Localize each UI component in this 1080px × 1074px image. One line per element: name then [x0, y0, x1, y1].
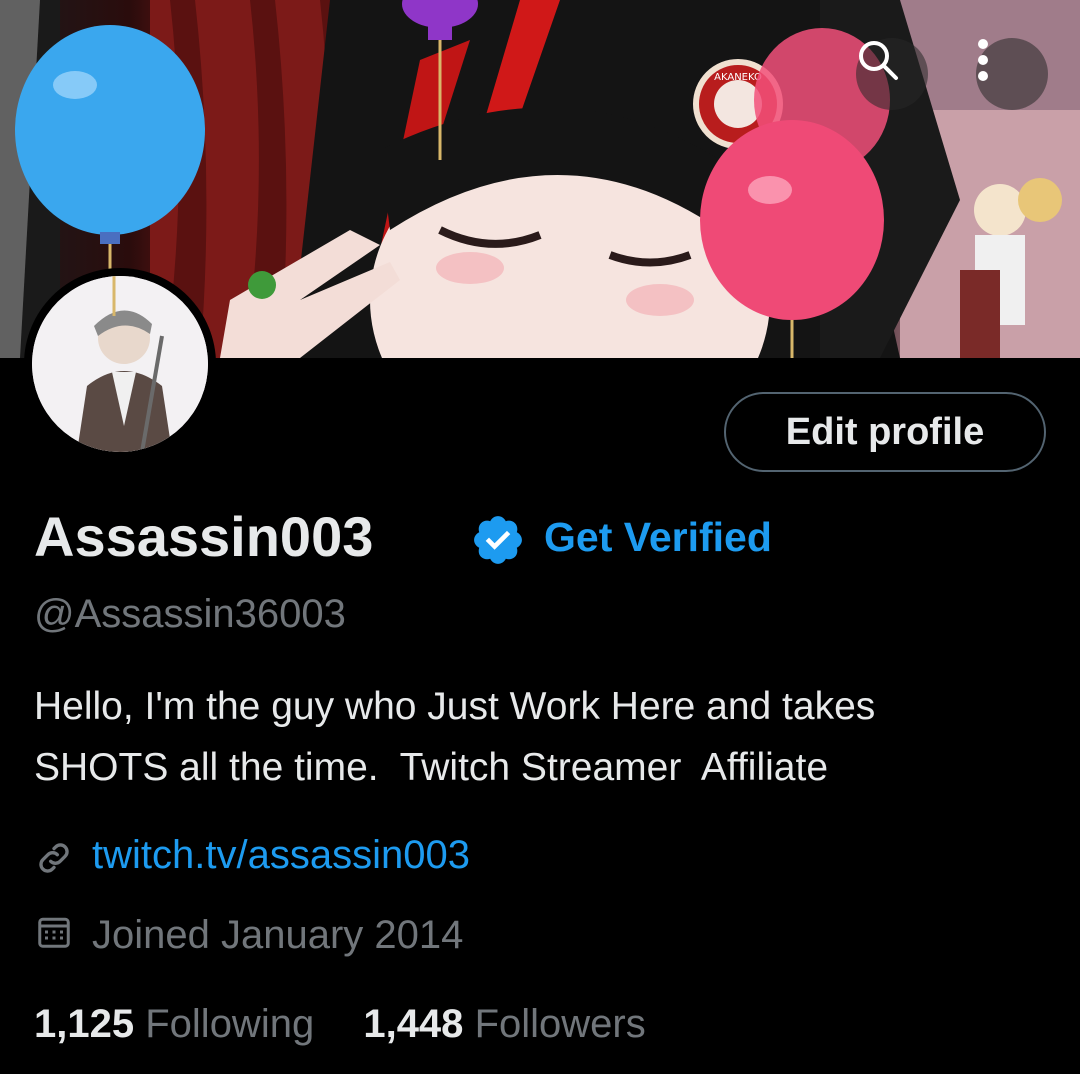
- following-stat[interactable]: 1,125 Following: [34, 998, 314, 1050]
- display-name: Assassin003: [34, 505, 374, 568]
- profile-bio: Hello, I'm the guy who Just Work Here an…: [34, 685, 876, 789]
- get-verified-link[interactable]: Get Verified: [544, 512, 772, 562]
- followers-count: 1,448: [363, 1002, 464, 1046]
- calendar-icon: [38, 917, 70, 948]
- followers-stat[interactable]: 1,448 Followers: [363, 998, 645, 1050]
- search-icon: [859, 41, 898, 80]
- avatar-image: [32, 276, 208, 452]
- more-vertical-icon: [978, 39, 988, 81]
- more-options-button[interactable]: [976, 38, 1048, 110]
- followers-label: Followers: [474, 1002, 646, 1046]
- user-handle: @Assassin36003: [34, 592, 346, 636]
- following-label: Following: [145, 1002, 315, 1046]
- link-icon: [39, 843, 69, 873]
- verified-badge-icon[interactable]: [470, 512, 526, 568]
- badge-text: AKANEKO: [714, 72, 762, 83]
- edit-profile-button[interactable]: Edit profile: [724, 392, 1046, 472]
- join-date: Joined January 2014: [92, 913, 464, 957]
- profile-website-link[interactable]: twitch.tv/assassin003: [92, 830, 470, 880]
- follow-stats: 1,125 Following 1,448 Followers: [34, 998, 684, 1050]
- search-button[interactable]: [856, 38, 928, 110]
- following-count: 1,125: [34, 1002, 135, 1046]
- avatar[interactable]: [24, 268, 216, 460]
